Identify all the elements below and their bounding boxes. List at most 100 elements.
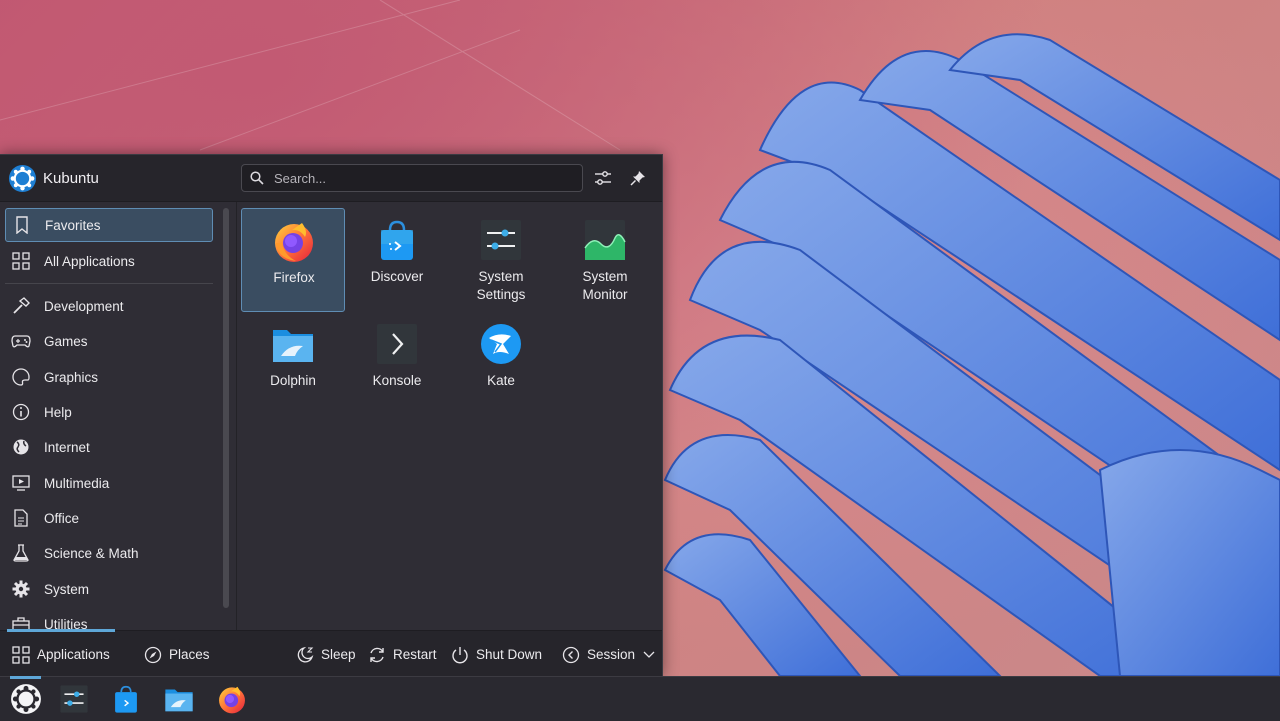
app-label: Kate — [487, 373, 515, 388]
sidebar-item-label: All Applications — [44, 253, 135, 269]
dolphin-icon — [273, 330, 313, 362]
search-box[interactable] — [241, 164, 583, 192]
brand-name: Kubuntu — [43, 170, 99, 187]
configure-icon — [595, 171, 611, 185]
restart-button[interactable]: Restart — [367, 631, 437, 678]
session-button[interactable]: Session — [561, 631, 655, 678]
sidebar-item-multimedia[interactable]: Multimedia — [5, 466, 213, 500]
application-launcher: Kubuntu Search... Favorites All Applicat… — [0, 154, 663, 678]
sidebar-item-label: Multimedia — [44, 475, 110, 491]
chevron-down-icon — [643, 646, 655, 664]
hammer-icon — [11, 296, 31, 316]
tab-label: Applications — [37, 647, 110, 662]
grid-icon — [11, 251, 31, 271]
firefox-icon — [275, 223, 313, 262]
search-input[interactable] — [272, 169, 582, 187]
system-settings-icon — [60, 685, 88, 713]
sidebar-item-label: Graphics — [44, 369, 99, 385]
sidebar-scrollbar[interactable] — [223, 208, 229, 608]
sidebar-item-favorites[interactable]: Favorites — [5, 208, 213, 242]
sidebar-item-label: Games — [44, 333, 88, 349]
globe-icon — [11, 437, 31, 457]
action-label: Shut Down — [476, 647, 543, 662]
taskbar-dolphin[interactable] — [159, 681, 199, 717]
discover-icon — [115, 685, 137, 713]
sidebar-item-label: Development — [44, 298, 124, 314]
restart-icon — [367, 645, 387, 665]
app-kate[interactable]: Kate — [449, 312, 553, 416]
document-icon — [11, 508, 31, 528]
sidebar-item-system[interactable]: System — [5, 572, 213, 606]
app-label: Firefox — [273, 270, 315, 285]
kubuntu-launcher-button[interactable] — [6, 681, 46, 717]
shut-down-button[interactable]: Shut Down — [450, 631, 542, 678]
category-sidebar: Favorites All Applications Development G… — [0, 202, 237, 630]
gamepad-icon — [11, 331, 31, 351]
app-dolphin[interactable]: Dolphin — [241, 312, 345, 416]
taskbar-firefox[interactable] — [212, 681, 252, 717]
gear-icon — [11, 579, 31, 599]
sidebar-item-label: Help — [44, 404, 72, 420]
brand[interactable]: Kubuntu — [8, 164, 99, 193]
app-label: System Settings — [476, 269, 526, 302]
dolphin-icon — [165, 689, 193, 712]
tab-applications[interactable]: Applications — [11, 631, 110, 678]
media-icon — [11, 473, 31, 493]
sidebar-item-label: Favorites — [45, 217, 101, 233]
taskbar — [0, 676, 1280, 721]
launcher-header: Kubuntu — [0, 155, 662, 202]
sidebar-item-games[interactable]: Games — [5, 324, 213, 358]
app-label: Dolphin — [270, 373, 316, 388]
search-icon — [250, 171, 264, 185]
pin-icon — [630, 171, 645, 186]
app-firefox[interactable]: Firefox — [241, 208, 345, 312]
sidebar-item-utilities[interactable]: Utilities — [5, 607, 213, 630]
sleep-button[interactable]: Sleep — [295, 631, 356, 678]
sidebar-item-label: System — [44, 581, 90, 597]
app-label: Discover — [370, 269, 424, 284]
action-label: Session — [587, 647, 636, 662]
sidebar-item-label: Internet — [44, 439, 90, 455]
sidebar-item-development[interactable]: Development — [5, 289, 213, 323]
discover-icon — [381, 220, 413, 260]
sidebar-item-help[interactable]: Help — [5, 395, 213, 429]
app-konsole[interactable]: Konsole — [345, 312, 449, 416]
session-icon — [561, 645, 581, 665]
sidebar-separator — [5, 283, 213, 284]
tab-label: Places — [169, 647, 210, 662]
sidebar-item-science-math[interactable]: Science & Math — [5, 536, 213, 570]
power-icon — [450, 645, 470, 665]
bookmark-icon — [12, 215, 32, 235]
taskbar-discover[interactable] — [106, 681, 146, 717]
favorites-grid: Firefox Discover System Settings System … — [237, 202, 661, 630]
taskbar-system-settings[interactable] — [54, 681, 94, 717]
app-label: Konsole — [372, 373, 422, 388]
pin-button[interactable] — [627, 167, 649, 189]
configure-button[interactable] — [592, 167, 614, 189]
action-label: Sleep — [321, 647, 356, 662]
app-label: System Monitor — [582, 269, 628, 302]
kubuntu-launcher-icon — [11, 684, 41, 714]
sidebar-item-label: Utilities — [44, 616, 88, 631]
compass-icon — [143, 645, 163, 665]
sleep-icon — [295, 645, 315, 665]
grid-icon — [11, 645, 31, 665]
tab-places[interactable]: Places — [143, 631, 210, 678]
app-system-settings[interactable]: System Settings — [449, 208, 553, 312]
sidebar-item-all-applications[interactable]: All Applications — [5, 244, 213, 278]
system-monitor-icon — [584, 220, 626, 260]
sidebar-item-office[interactable]: Office — [5, 501, 213, 535]
info-icon — [11, 402, 31, 422]
kate-icon — [481, 324, 521, 364]
app-discover[interactable]: Discover — [345, 208, 449, 312]
launcher-footer: Applications Places Sleep Restart Shut D… — [0, 629, 662, 678]
palette-icon — [11, 367, 31, 387]
active-task-indicator — [10, 676, 41, 679]
toolbox-icon — [11, 614, 31, 630]
sidebar-item-graphics[interactable]: Graphics — [5, 360, 213, 394]
system-settings-icon — [481, 220, 521, 260]
sidebar-item-label: Science & Math — [44, 545, 139, 561]
sidebar-item-internet[interactable]: Internet — [5, 430, 213, 464]
konsole-icon — [377, 324, 417, 364]
app-system-monitor[interactable]: System Monitor — [553, 208, 657, 312]
